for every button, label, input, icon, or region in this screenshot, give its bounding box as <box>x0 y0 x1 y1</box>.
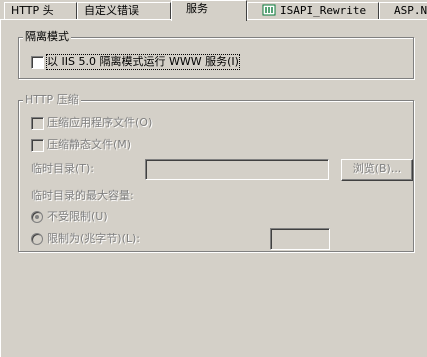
temp-directory-input[interactable] <box>145 159 329 180</box>
compress-static-files-label[interactable]: 压缩静态文件(M) <box>47 138 131 152</box>
compress-static-files-checkbox[interactable] <box>31 139 44 152</box>
isolation-mode-title: 隔离模式 <box>23 30 71 44</box>
compress-app-files-label[interactable]: 压缩应用程序文件(O) <box>47 116 152 130</box>
tab-custom-errors-label: 自定义错误 <box>84 4 139 17</box>
max-size-label: 临时目录的最大容量: <box>31 189 134 202</box>
tab-isapi-rewrite[interactable]: ISAPI_Rewrite <box>247 2 379 19</box>
isolation-mode-label[interactable]: 以 IIS 5.0 隔离模式运行 WWW 服务(I) <box>46 54 240 70</box>
tab-service[interactable]: 服务 <box>171 0 247 21</box>
properties-tab-strip: HTTP 头 自定义错误 服务 ISAPI_Rewrite ASP.N <box>0 0 427 21</box>
unlimited-radio[interactable] <box>31 211 43 223</box>
tab-custom-errors[interactable]: 自定义错误 <box>77 2 171 19</box>
tab-isapi-rewrite-label: ISAPI_Rewrite <box>280 4 367 17</box>
tab-asp-net[interactable]: ASP.N <box>379 2 427 19</box>
isolation-mode-checkbox[interactable] <box>31 56 44 69</box>
limit-size-input[interactable] <box>270 228 330 250</box>
http-compression-title: HTTP 压缩 <box>23 93 81 107</box>
browse-button-label: 浏览(B)... <box>352 162 402 175</box>
tab-http-headers[interactable]: HTTP 头 <box>4 2 77 19</box>
page-left-edge <box>0 20 1 357</box>
browse-button[interactable]: 浏览(B)... <box>341 159 413 181</box>
limit-radio[interactable] <box>31 233 43 245</box>
unlimited-radio-dot <box>35 215 39 219</box>
unlimited-label[interactable]: 不受限制(U) <box>47 210 108 224</box>
tab-asp-net-label: ASP.N <box>394 4 427 17</box>
tab-service-label: 服务 <box>186 2 208 15</box>
temp-directory-label: 临时目录(T): <box>31 162 95 175</box>
tab-http-headers-label: HTTP 头 <box>11 4 54 17</box>
limit-label[interactable]: 限制为(兆字节)(L): <box>47 232 140 246</box>
compress-app-files-checkbox[interactable] <box>31 117 44 130</box>
isapi-rewrite-icon <box>262 4 276 16</box>
